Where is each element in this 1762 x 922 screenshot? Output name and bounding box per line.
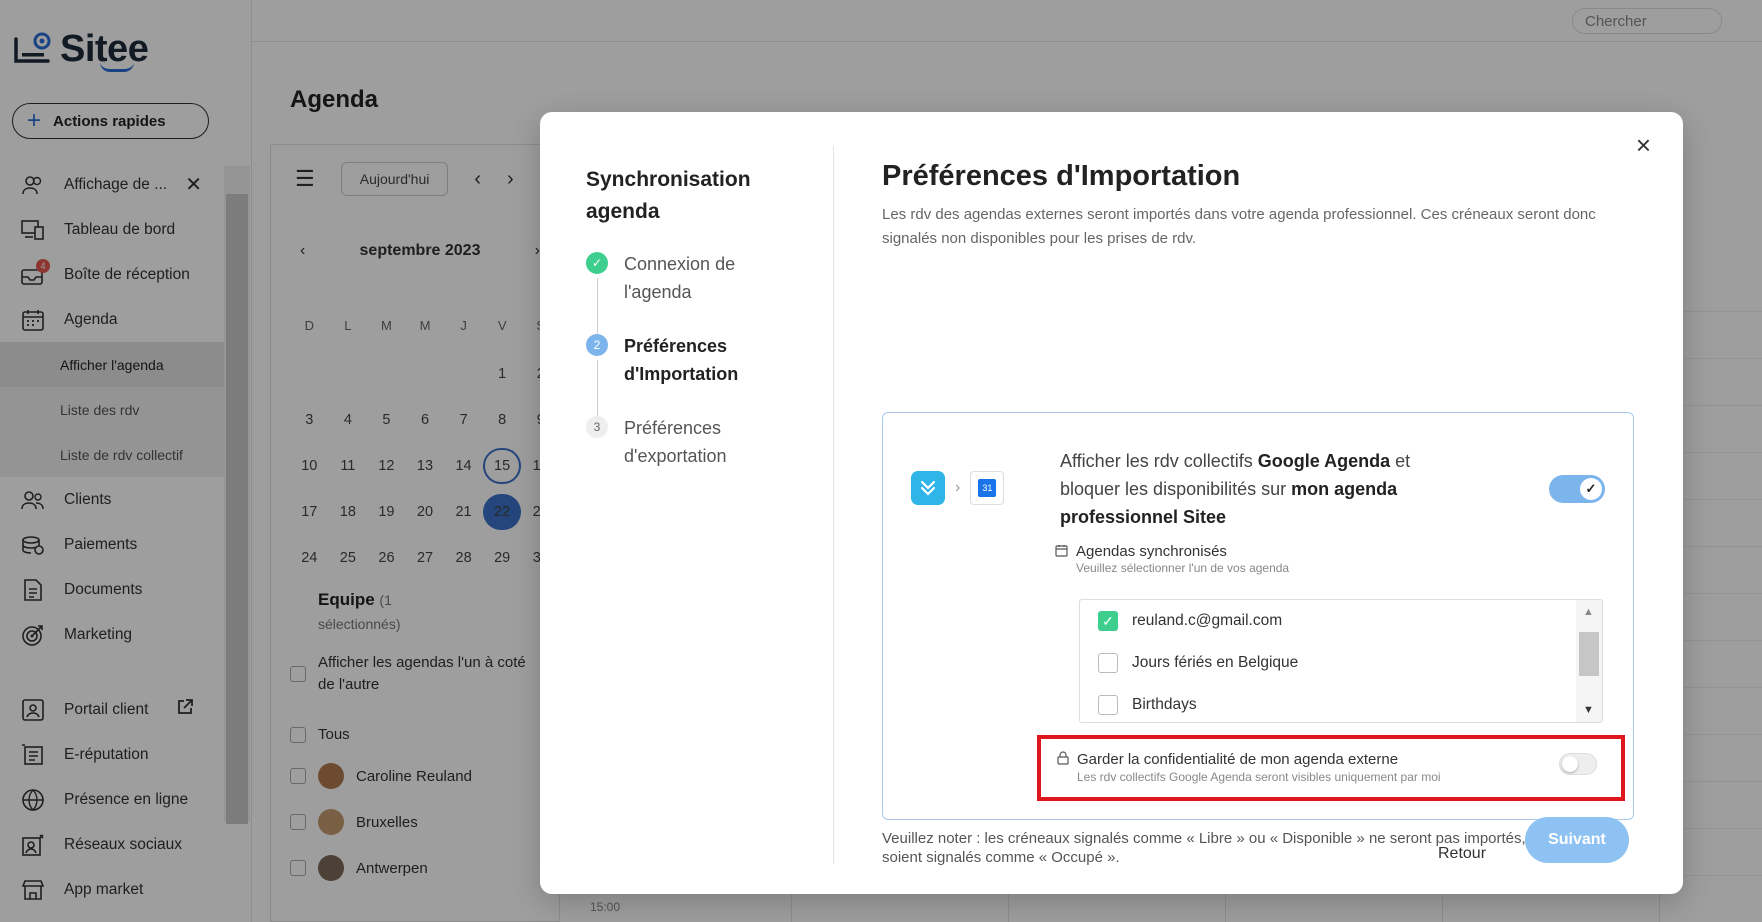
step-label: Connexion de l'agenda	[624, 254, 736, 302]
step-number: 3	[586, 416, 608, 438]
agenda-label: Jours fériés en Belgique	[1132, 654, 1299, 671]
import-note: Veuillez noter : les créneaux signalés c…	[882, 830, 1621, 866]
scroll-down-icon[interactable]: ▼	[1583, 704, 1594, 716]
step-export-preferences[interactable]: 3 Préférences d'exportation	[586, 414, 806, 474]
lock-icon	[1057, 751, 1069, 784]
modal-content: Préférences d'Importation Les rdv des ag…	[882, 160, 1642, 251]
agenda-list-item[interactable]: Birthdays	[1080, 684, 1602, 722]
stepper: Synchronisation agenda ✓ Connexion de l'…	[586, 164, 806, 474]
modal-title: Préférences d'Importation	[882, 160, 1241, 192]
modal-description: Les rdv des agendas externes seront impo…	[882, 206, 1596, 247]
step-number: 2	[586, 334, 608, 356]
step-connector	[597, 278, 598, 338]
checkbox[interactable]	[1098, 695, 1118, 715]
agenda-list[interactable]: ✓ reuland.c@gmail.com Jours fériés en Be…	[1079, 599, 1603, 723]
scroll-up-icon[interactable]: ▲	[1583, 606, 1594, 618]
synced-agendas-text: Agendas synchronisés Veuillez sélectionn…	[1076, 543, 1289, 575]
sync-description: Afficher les rdv collectifs Google Agend…	[1060, 447, 1450, 531]
sync-settings-box: › 31 Afficher les rdv collectifs Google …	[882, 412, 1634, 820]
google-calendar-glyph: 31	[978, 479, 997, 497]
agenda-list-scrollbar[interactable]: ▲ ▼	[1576, 600, 1602, 722]
checkbox-checked[interactable]: ✓	[1098, 611, 1118, 631]
check-icon: ✓	[1580, 478, 1602, 500]
step-import-preferences[interactable]: 2 Préférences d'Importation	[586, 332, 806, 420]
chevron-right-icon: ›	[955, 479, 961, 496]
step-label: Préférences d'Importation	[624, 336, 739, 384]
synced-agendas-header: Agendas synchronisés Veuillez sélectionn…	[1055, 543, 1289, 575]
integration-icons: › 31	[911, 471, 1005, 505]
next-button[interactable]: Suivant	[1525, 817, 1629, 863]
agenda-list-item[interactable]: Jours fériés en Belgique	[1080, 642, 1602, 684]
back-button[interactable]: Retour	[1438, 832, 1486, 876]
divider	[833, 146, 834, 864]
stepper-title: Synchronisation agenda	[586, 168, 751, 223]
privacy-option-highlight: Garder la confidentialité de mon agenda …	[1037, 735, 1625, 801]
sitee-app-icon	[911, 471, 945, 505]
checkbox[interactable]	[1098, 653, 1118, 673]
sync-toggle[interactable]: ✓	[1549, 475, 1605, 503]
check-icon: ✓	[586, 252, 608, 274]
privacy-option: Garder la confidentialité de mon agenda …	[1057, 751, 1441, 784]
toggle-knob	[1562, 756, 1578, 772]
privacy-title: Garder la confidentialité de mon agenda …	[1077, 751, 1399, 768]
agenda-label: Birthdays	[1132, 696, 1197, 713]
synced-agendas-subtitle: Veuillez sélectionner l'un de vos agenda	[1076, 561, 1290, 575]
privacy-text: Garder la confidentialité de mon agenda …	[1077, 751, 1441, 784]
sync-text-1: Afficher les rdv collectifs	[1060, 451, 1258, 471]
close-icon[interactable]: ×	[1636, 132, 1651, 158]
sync-text-bold-1: Google Agenda	[1257, 451, 1391, 471]
privacy-subtitle: Les rdv collectifs Google Agenda seront …	[1077, 770, 1441, 784]
agenda-label: reuland.c@gmail.com	[1132, 612, 1283, 629]
agenda-list-item[interactable]: ✓ reuland.c@gmail.com	[1080, 600, 1602, 642]
sync-modal: × Synchronisation agenda ✓ Connexion de …	[540, 112, 1683, 894]
step-label: Préférences d'exportation	[624, 418, 727, 466]
calendar-icon	[1055, 544, 1068, 575]
step-connection[interactable]: ✓ Connexion de l'agenda	[586, 250, 806, 338]
privacy-toggle[interactable]	[1559, 753, 1597, 775]
google-calendar-icon: 31	[970, 471, 1005, 505]
scrollbar-thumb[interactable]	[1579, 632, 1599, 676]
synced-agendas-title: Agendas synchronisés	[1076, 543, 1227, 560]
step-connector	[597, 360, 598, 420]
